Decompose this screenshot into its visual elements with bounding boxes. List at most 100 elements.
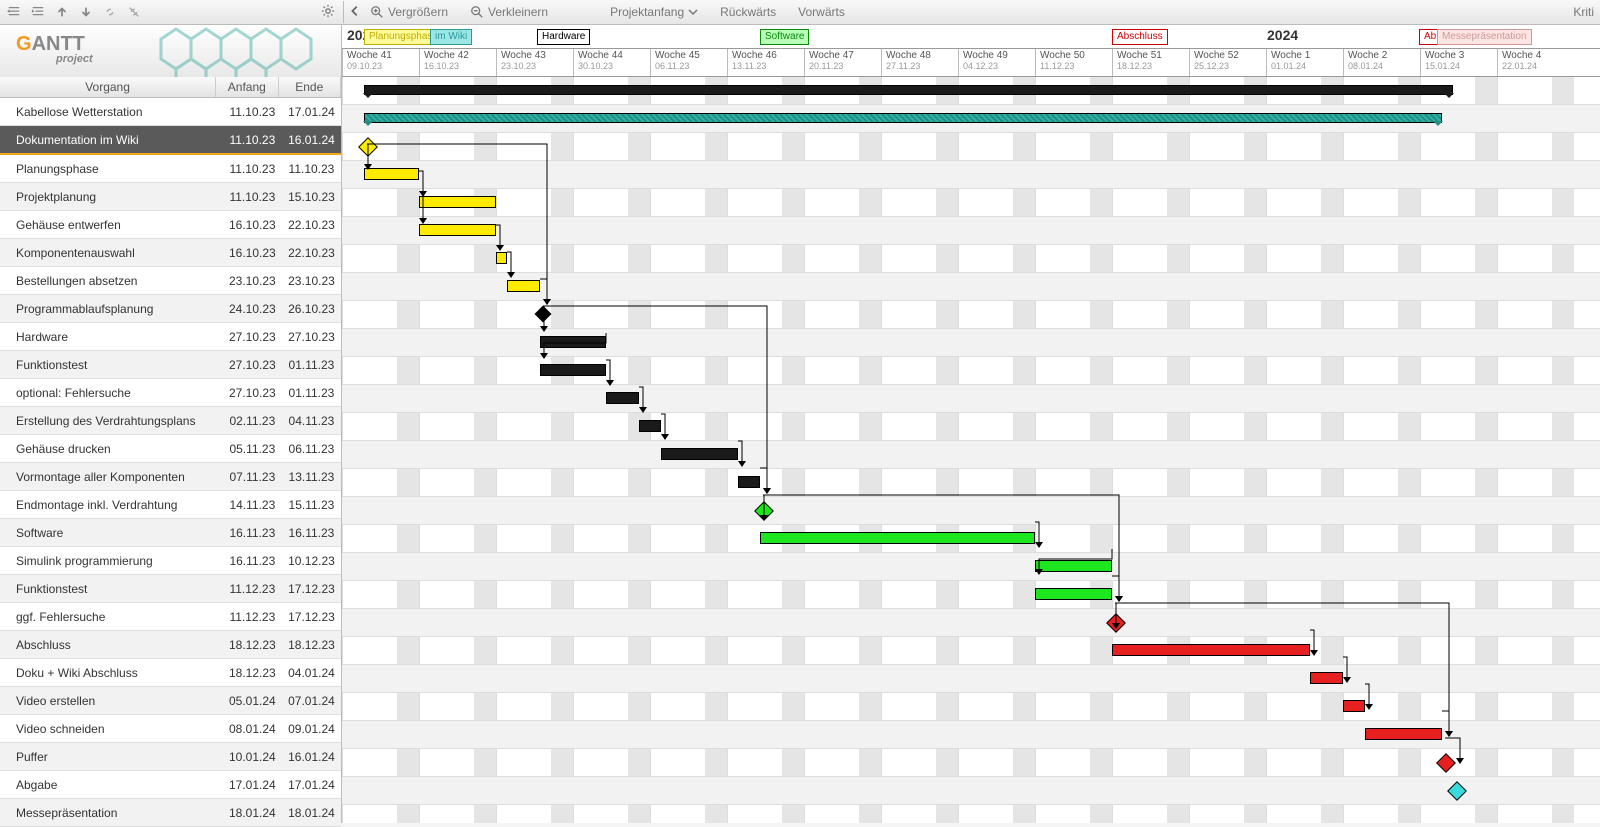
gantt-bar[interactable] bbox=[364, 168, 419, 180]
gantt-row[interactable] bbox=[342, 301, 1600, 329]
timeline-week[interactable]: Woche 101.01.24 bbox=[1266, 49, 1348, 76]
table-row[interactable]: Gehäuse entwerfen16.10.2322.10.23 bbox=[0, 211, 341, 239]
timeline-week[interactable]: Woche 422.01.24 bbox=[1497, 49, 1579, 76]
table-row[interactable]: ggf. Fehlersuche11.12.2317.12.23 bbox=[0, 603, 341, 631]
gantt-bar[interactable] bbox=[419, 196, 496, 208]
timeline-week[interactable]: Woche 4613.11.23 bbox=[727, 49, 809, 76]
gantt-row[interactable] bbox=[342, 245, 1600, 273]
gantt-row[interactable] bbox=[342, 553, 1600, 581]
gantt-row[interactable] bbox=[342, 77, 1600, 105]
gantt-row[interactable] bbox=[342, 385, 1600, 413]
timeline-week[interactable]: Woche 5011.12.23 bbox=[1035, 49, 1117, 76]
gantt-row[interactable] bbox=[342, 637, 1600, 665]
gantt-row[interactable] bbox=[342, 189, 1600, 217]
timeline-week[interactable]: Woche 4323.10.23 bbox=[496, 49, 578, 76]
table-row[interactable]: Doku + Wiki Abschluss18.12.2304.01.24 bbox=[0, 659, 341, 687]
table-row[interactable]: Funktionstest11.12.2317.12.23 bbox=[0, 575, 341, 603]
timeline-week[interactable]: Woche 4216.10.23 bbox=[419, 49, 501, 76]
timeline-week[interactable]: Woche 208.01.24 bbox=[1343, 49, 1425, 76]
scroll-left-icon[interactable] bbox=[348, 4, 362, 21]
gantt-milestone[interactable] bbox=[1436, 753, 1456, 773]
table-row[interactable]: Video erstellen05.01.2407.01.24 bbox=[0, 687, 341, 715]
move-up-icon[interactable] bbox=[52, 2, 72, 22]
gantt-row[interactable] bbox=[342, 105, 1600, 133]
gantt-milestone[interactable] bbox=[535, 306, 552, 323]
gantt-milestone[interactable] bbox=[1447, 781, 1467, 801]
zoom-in-button[interactable]: Vergrößern bbox=[364, 3, 454, 21]
gantt-summary-bar[interactable] bbox=[364, 113, 1442, 123]
col-start[interactable]: Anfang bbox=[216, 77, 278, 97]
table-row[interactable]: Gehäuse drucken05.11.2306.11.23 bbox=[0, 435, 341, 463]
gantt-bar[interactable] bbox=[1310, 672, 1343, 684]
timeline-week[interactable]: Woche 4506.11.23 bbox=[650, 49, 732, 76]
table-row[interactable]: optional: Fehlersuche27.10.2301.11.23 bbox=[0, 379, 341, 407]
gantt-milestone[interactable] bbox=[358, 137, 378, 157]
timeline-week[interactable]: Woche 4720.11.23 bbox=[804, 49, 886, 76]
table-row[interactable]: Erstellung des Verdrahtungsplans02.11.23… bbox=[0, 407, 341, 435]
unlink-icon[interactable] bbox=[124, 2, 144, 22]
critical-path-button[interactable]: Kriti bbox=[1573, 5, 1600, 19]
table-row[interactable]: Abschluss18.12.2318.12.23 bbox=[0, 631, 341, 659]
col-end[interactable]: Ende bbox=[279, 77, 341, 97]
gantt-row[interactable] bbox=[342, 469, 1600, 497]
gantt-row[interactable] bbox=[342, 665, 1600, 693]
link-icon[interactable] bbox=[100, 2, 120, 22]
col-name[interactable]: Vorgang bbox=[0, 77, 216, 97]
gantt-row[interactable] bbox=[342, 525, 1600, 553]
gear-icon[interactable] bbox=[321, 4, 335, 21]
table-row[interactable]: Abgabe17.01.2417.01.24 bbox=[0, 771, 341, 799]
indent-icon[interactable] bbox=[28, 2, 48, 22]
gantt-row[interactable] bbox=[342, 413, 1600, 441]
gantt-bar[interactable] bbox=[738, 476, 760, 488]
backward-button[interactable]: Rückwärts bbox=[714, 3, 782, 21]
gantt-row[interactable] bbox=[342, 721, 1600, 749]
gantt-row[interactable] bbox=[342, 273, 1600, 301]
table-row[interactable]: Planungsphase11.10.2311.10.23 bbox=[0, 155, 341, 183]
gantt-row[interactable] bbox=[342, 441, 1600, 469]
table-row[interactable]: Dokumentation im Wiki11.10.2316.01.24 bbox=[0, 126, 341, 155]
timeline-week[interactable]: Woche 315.01.24 bbox=[1420, 49, 1502, 76]
zoom-out-button[interactable]: Verkleinern bbox=[464, 3, 554, 21]
forward-button[interactable]: Vorwärts bbox=[792, 3, 851, 21]
gantt-row[interactable] bbox=[342, 133, 1600, 161]
gantt-bar[interactable] bbox=[760, 532, 1035, 544]
timeline-week[interactable]: Woche 4109.10.23 bbox=[342, 49, 424, 76]
gantt-bar[interactable] bbox=[419, 224, 496, 236]
gantt-row[interactable] bbox=[342, 581, 1600, 609]
gantt-milestone[interactable] bbox=[754, 501, 774, 521]
gantt-row[interactable] bbox=[342, 217, 1600, 245]
table-row[interactable]: Video schneiden08.01.2409.01.24 bbox=[0, 715, 341, 743]
table-row[interactable]: Simulink programmierung16.11.2310.12.23 bbox=[0, 547, 341, 575]
gantt-chart[interactable] bbox=[342, 77, 1600, 823]
gantt-bar[interactable] bbox=[1035, 588, 1112, 600]
gantt-milestone[interactable] bbox=[1106, 613, 1126, 633]
gantt-row[interactable] bbox=[342, 693, 1600, 721]
move-down-icon[interactable] bbox=[76, 2, 96, 22]
timeline-week[interactable]: Woche 5118.12.23 bbox=[1112, 49, 1194, 76]
gantt-bar[interactable] bbox=[540, 364, 606, 376]
table-row[interactable]: Kabellose Wetterstation11.10.2317.01.24 bbox=[0, 98, 341, 126]
timeline-week[interactable]: Woche 4430.10.23 bbox=[573, 49, 655, 76]
timeline-week[interactable]: Woche 4904.12.23 bbox=[958, 49, 1040, 76]
table-row[interactable]: Endmontage inkl. Verdrahtung14.11.2315.1… bbox=[0, 491, 341, 519]
gantt-row[interactable] bbox=[342, 357, 1600, 385]
table-row[interactable]: Vormontage aller Komponenten07.11.2313.1… bbox=[0, 463, 341, 491]
gantt-row[interactable] bbox=[342, 161, 1600, 189]
gantt-bar[interactable] bbox=[1343, 700, 1365, 712]
project-start-button[interactable]: Projektanfang bbox=[604, 3, 704, 21]
gantt-row[interactable] bbox=[342, 329, 1600, 357]
gantt-bar[interactable] bbox=[606, 392, 639, 404]
gantt-bar[interactable] bbox=[1035, 560, 1112, 572]
gantt-bar[interactable] bbox=[496, 252, 507, 264]
table-row[interactable]: Komponentenauswahl16.10.2322.10.23 bbox=[0, 239, 341, 267]
table-row[interactable]: Hardware27.10.2327.10.23 bbox=[0, 323, 341, 351]
gantt-bar[interactable] bbox=[507, 280, 540, 292]
gantt-bar[interactable] bbox=[540, 336, 606, 348]
gantt-row[interactable] bbox=[342, 609, 1600, 637]
gantt-row[interactable] bbox=[342, 497, 1600, 525]
gantt-bar[interactable] bbox=[1365, 728, 1442, 740]
table-row[interactable]: Funktionstest27.10.2301.11.23 bbox=[0, 351, 341, 379]
gantt-row[interactable] bbox=[342, 749, 1600, 777]
outdent-icon[interactable] bbox=[4, 2, 24, 22]
timeline-week[interactable]: Woche 4827.11.23 bbox=[881, 49, 963, 76]
